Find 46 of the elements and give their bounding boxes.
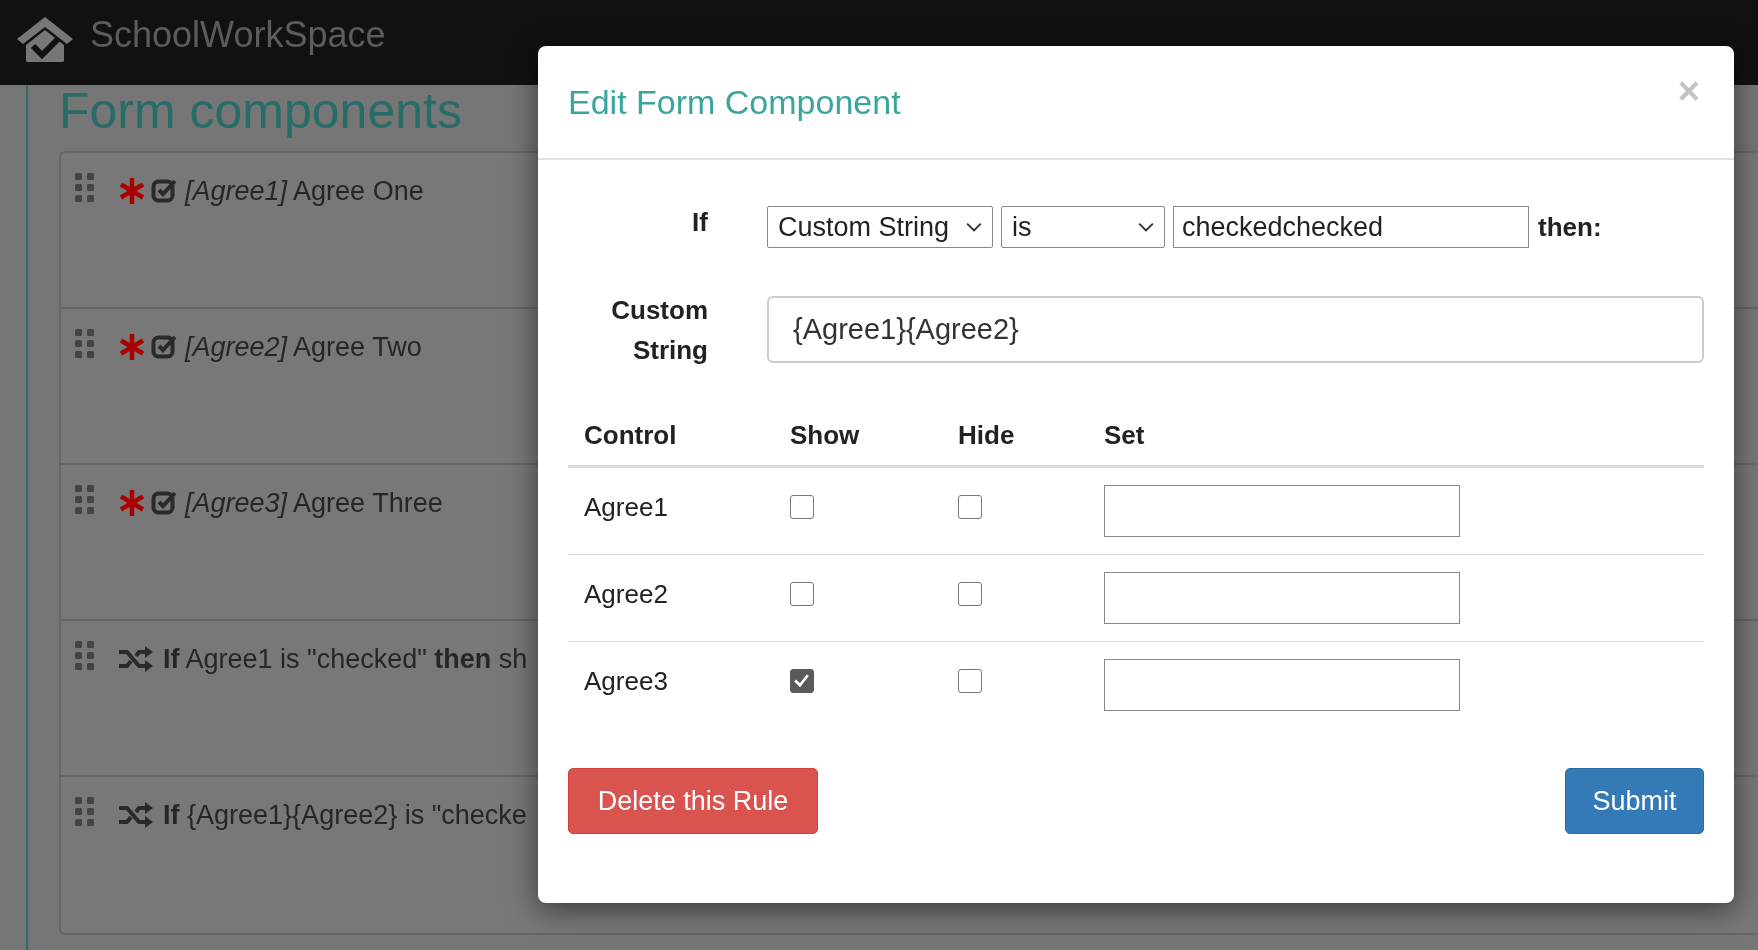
shuffle-icon [119,802,153,828]
rule-summary: If Agree1 is "checked" then sh [163,643,528,676]
operator-select[interactable]: is [1001,206,1165,248]
hide-checkbox[interactable] [958,495,982,519]
column-header: Hide [958,420,1016,451]
show-checkbox[interactable] [790,495,814,519]
drag-handle-icon[interactable] [75,797,95,827]
checkbox-icon [151,489,177,515]
source-select[interactable]: Custom String [767,206,993,248]
app-name: SchoolWorkSpace [90,13,386,56]
dialog-title: Edit Form Component [568,82,901,122]
set-field[interactable] [1104,572,1460,624]
value-field[interactable]: checkedchecked [1173,206,1529,248]
component-label: [Agree2] Agree Two [185,331,422,364]
drag-handle-icon[interactable] [75,173,95,203]
delete-button[interactable]: Delete this Rule [568,768,818,834]
checkbox-icon [151,177,177,203]
hide-checkbox[interactable] [958,582,982,606]
custom-string-label: Custom String [610,294,708,367]
drag-handle-icon[interactable] [75,329,95,359]
shuffle-icon [119,646,153,672]
submit-button[interactable]: Submit [1565,768,1704,834]
show-checkbox[interactable] [790,582,814,606]
control-name: Agree3 [583,665,669,697]
control-name: Agree1 [583,491,669,523]
page-title: Form components [59,82,462,141]
custom-string-field[interactable]: {Agree1}{Agree2} [767,296,1704,363]
drag-handle-icon[interactable] [75,485,95,515]
house-check-icon [15,14,75,63]
caret-icon [1138,222,1154,232]
column-header: Show [790,420,861,451]
drag-handle-icon[interactable] [75,641,95,671]
caret-icon [966,222,982,232]
if-label: If [691,206,708,238]
component-label: [Agree3] Agree Three [185,487,443,520]
column-header: Control [583,420,678,451]
hide-checkbox[interactable] [958,669,982,693]
component-label: [Agree1] Agree One [185,175,424,208]
column-header: Set [1104,420,1146,451]
set-field[interactable] [1104,485,1460,537]
set-field[interactable] [1104,659,1460,711]
then-label: then: [1538,211,1602,243]
control-name: Agree2 [583,578,669,610]
checkbox-icon [151,333,177,359]
rule-summary: If {Agree1}{Agree2} is "checke [163,799,527,832]
show-checkbox[interactable] [790,669,814,693]
